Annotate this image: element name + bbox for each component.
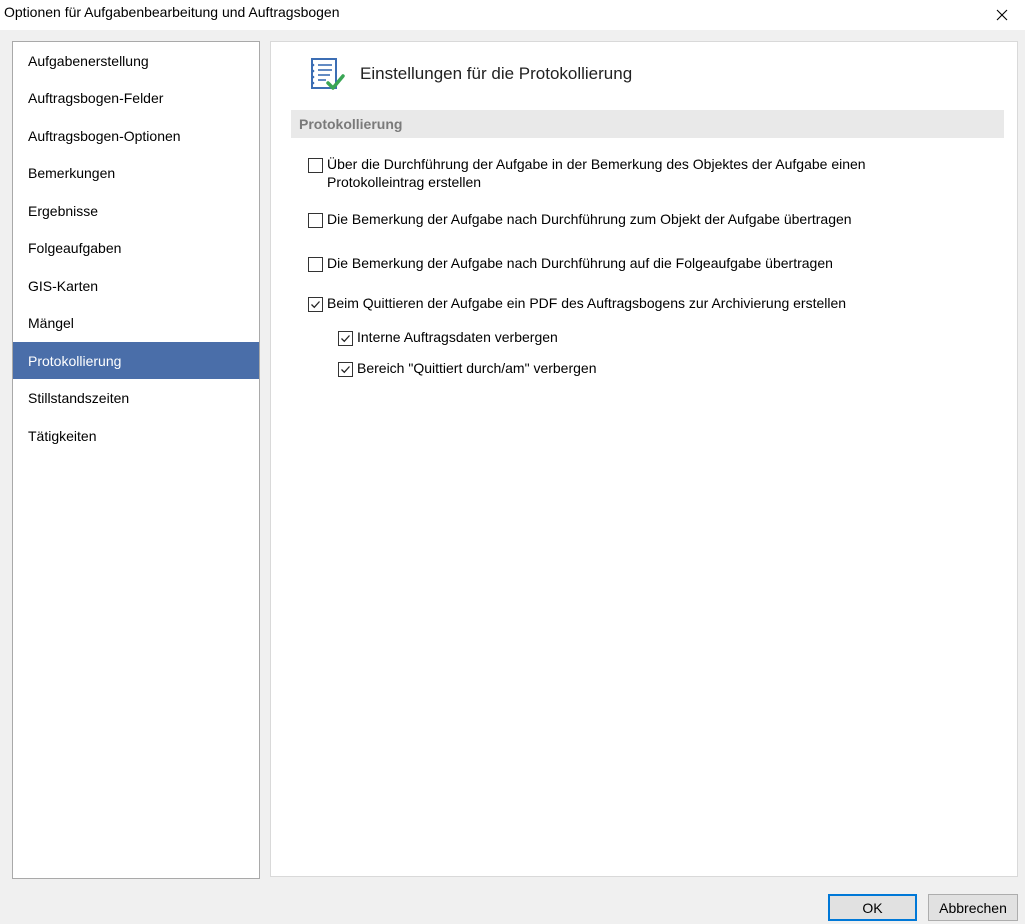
log-settings-icon xyxy=(311,58,345,90)
option-quittiert-bereich[interactable]: Bereich "Quittiert durch/am" verbergen xyxy=(338,359,597,377)
checkbox-checked[interactable] xyxy=(338,331,353,346)
option-label: Über die Durchführung der Aufgabe in der… xyxy=(327,156,866,190)
option-bemerkung-objekt[interactable]: Die Bemerkung der Aufgabe nach Durchführ… xyxy=(308,210,852,228)
close-icon xyxy=(996,9,1008,21)
checkbox-checked[interactable] xyxy=(308,297,323,312)
checkbox[interactable] xyxy=(308,213,323,228)
option-label: Beim Quittieren der Aufgabe ein PDF des … xyxy=(327,295,847,311)
close-button[interactable] xyxy=(979,0,1025,30)
panel-title: Einstellungen für die Protokollierung xyxy=(360,64,633,83)
nav-item-auftragsbogen-felder[interactable]: Auftragsbogen-Felder xyxy=(13,80,259,117)
nav-item-bemerkungen[interactable]: Bemerkungen xyxy=(13,155,259,192)
nav-item-auftragsbogen-optionen[interactable]: Auftragsbogen-Optionen xyxy=(13,117,259,154)
cancel-button[interactable]: Abbrechen xyxy=(928,894,1018,921)
option-label: Die Bemerkung der Aufgabe nach Durchführ… xyxy=(327,211,852,227)
checkmark-icon xyxy=(311,301,320,309)
nav-item-protokollierung[interactable]: Protokollierung xyxy=(13,342,259,379)
window-title: Optionen für Aufgabenbearbeitung und Auf… xyxy=(4,4,340,20)
option-protokolleintrag[interactable]: Über die Durchführung der Aufgabe in der… xyxy=(308,155,927,191)
option-pdf-archivierung[interactable]: Beim Quittieren der Aufgabe ein PDF des … xyxy=(308,294,846,312)
nav-item-gis-karten[interactable]: GIS-Karten xyxy=(13,267,259,304)
checkbox-checked[interactable] xyxy=(338,362,353,377)
nav-item-aufgabenerstellung[interactable]: Aufgabenerstellung xyxy=(13,42,259,79)
checkbox[interactable] xyxy=(308,158,323,173)
title-bar: Optionen für Aufgabenbearbeitung und Auf… xyxy=(0,0,1025,30)
option-bemerkung-folgeaufgabe[interactable]: Die Bemerkung der Aufgabe nach Durchführ… xyxy=(308,254,833,272)
nav-item-maengel[interactable]: Mängel xyxy=(13,305,259,342)
option-label: Die Bemerkung der Aufgabe nach Durchführ… xyxy=(327,255,833,271)
nav-item-taetigkeiten[interactable]: Tätigkeiten xyxy=(13,417,259,454)
option-label: Interne Auftragsdaten verbergen xyxy=(357,329,558,345)
checkbox[interactable] xyxy=(308,257,323,272)
nav-item-ergebnisse[interactable]: Ergebnisse xyxy=(13,192,259,229)
checkmark-icon xyxy=(341,335,350,343)
nav-item-stillstandszeiten[interactable]: Stillstandszeiten xyxy=(13,380,259,417)
ok-button[interactable]: OK xyxy=(828,894,917,921)
category-list: Aufgabenerstellung Auftragsbogen-Felder … xyxy=(12,41,260,879)
settings-panel: Einstellungen für die Protokollierung Pr… xyxy=(270,41,1018,877)
option-label: Bereich "Quittiert durch/am" verbergen xyxy=(357,360,597,376)
nav-item-folgeaufgaben[interactable]: Folgeaufgaben xyxy=(13,230,259,267)
section-header: Protokollierung xyxy=(291,110,1004,138)
option-interne-daten[interactable]: Interne Auftragsdaten verbergen xyxy=(338,328,558,346)
checkmark-icon xyxy=(341,366,350,374)
